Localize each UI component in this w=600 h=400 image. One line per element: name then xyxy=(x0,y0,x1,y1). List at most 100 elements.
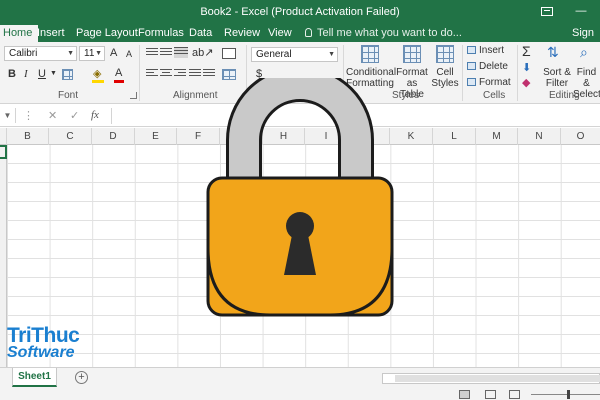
fill-color-icon[interactable]: ◈ xyxy=(93,67,101,80)
status-bar xyxy=(0,389,600,400)
tell-me-text: Tell me what you want to do... xyxy=(317,27,462,39)
align-top-icon[interactable] xyxy=(146,48,158,57)
tab-insert[interactable]: Insert xyxy=(37,25,65,42)
divider xyxy=(462,45,463,101)
cell-styles-icon[interactable] xyxy=(436,45,454,63)
sort-label-1: Sort & xyxy=(543,67,571,78)
format-cells-button[interactable]: Format xyxy=(467,77,511,88)
insert-cells-button[interactable]: Insert xyxy=(467,45,504,56)
ribbon-display-options-icon[interactable] xyxy=(541,7,553,16)
find-select-icon[interactable]: ⌕ xyxy=(580,44,588,61)
align-middle-icon[interactable] xyxy=(160,48,172,57)
horizontal-scrollbar[interactable] xyxy=(382,373,600,384)
tab-review[interactable]: Review xyxy=(224,25,260,42)
cell-styles-label-1: Cell xyxy=(436,67,454,78)
window-title: Book2 - Excel (Product Activation Failed… xyxy=(200,6,400,18)
delete-label: Delete xyxy=(479,61,508,72)
sheet-tab[interactable]: Sheet1 xyxy=(12,368,57,387)
align-bottom-icon[interactable] xyxy=(174,47,188,58)
page-layout-view-icon[interactable] xyxy=(485,390,496,399)
column-header[interactable]: B xyxy=(7,128,49,145)
column-header[interactable]: O xyxy=(561,128,600,145)
font-color-bar xyxy=(114,80,124,83)
format-label: Format xyxy=(479,77,511,88)
minimize-button[interactable]: — xyxy=(573,4,589,18)
normal-view-icon[interactable] xyxy=(459,390,470,399)
clear-icon[interactable]: ◆ xyxy=(522,76,530,89)
find-label-1: Find & xyxy=(576,67,597,89)
font-dialog-launcher-icon[interactable] xyxy=(130,92,137,99)
chevron-down-icon: ▼ xyxy=(67,50,74,57)
tab-formulas[interactable]: Formulas xyxy=(138,25,184,42)
grow-font-button[interactable]: A xyxy=(110,47,117,59)
font-group-label: Font xyxy=(58,90,79,101)
decrease-indent-icon[interactable] xyxy=(189,69,201,78)
conditional-formatting-icon[interactable] xyxy=(361,45,379,63)
font-name-value: Calibri xyxy=(9,48,38,59)
lock-icon xyxy=(206,78,394,317)
chevron-down-icon[interactable]: ▼ xyxy=(50,70,57,77)
select-all-corner[interactable] xyxy=(0,128,7,145)
align-center-icon[interactable] xyxy=(160,69,172,78)
insert-label: Insert xyxy=(479,45,505,56)
tab-page-layout[interactable]: Page Layout xyxy=(76,25,138,42)
font-name-dropdown[interactable]: Calibri ▼ xyxy=(4,46,77,61)
bold-button[interactable]: B xyxy=(8,68,16,80)
zoom-slider[interactable] xyxy=(531,390,600,399)
tell-me-search[interactable]: Tell me what you want to do... xyxy=(305,25,462,42)
tab-data[interactable]: Data xyxy=(189,25,212,42)
font-color-button[interactable]: A xyxy=(115,67,122,79)
column-header[interactable]: N xyxy=(518,128,561,145)
align-left-icon[interactable] xyxy=(146,69,158,78)
active-cell[interactable] xyxy=(0,145,7,159)
borders-icon[interactable] xyxy=(62,69,73,80)
divider xyxy=(139,45,140,101)
increase-indent-icon[interactable] xyxy=(203,69,215,78)
logo-line-1: TriThuc xyxy=(7,324,80,347)
wrap-text-icon[interactable] xyxy=(222,48,236,59)
cell-styles-label-2: Styles xyxy=(431,78,459,89)
cell-styles-button[interactable]: Cell Styles xyxy=(430,67,460,89)
align-right-icon[interactable] xyxy=(174,69,186,78)
name-box[interactable]: ▼ xyxy=(0,108,16,123)
column-header[interactable]: E xyxy=(135,128,177,145)
insert-icon xyxy=(467,46,476,54)
fill-icon[interactable]: ⬇ xyxy=(522,61,531,74)
chevron-down-icon: ▼ xyxy=(95,50,102,57)
zoom-slider-knob[interactable] xyxy=(567,390,570,399)
font-size-value: 11 xyxy=(84,48,95,59)
page-break-view-icon[interactable] xyxy=(509,390,520,399)
number-format-dropdown[interactable]: General ▼ xyxy=(251,47,338,62)
shrink-font-button[interactable]: A xyxy=(126,49,132,59)
format-table-label-1: Format as xyxy=(396,67,428,89)
format-as-table-icon[interactable] xyxy=(403,45,421,63)
sort-filter-icon[interactable]: ⇅ xyxy=(547,44,559,61)
ribbon-tabs: Home Insert Page Layout Formulas Data Re… xyxy=(0,25,600,56)
scrollbar-thumb[interactable] xyxy=(395,375,600,382)
column-header[interactable]: D xyxy=(92,128,135,145)
row-headers[interactable] xyxy=(0,145,7,367)
sheet-tab-bar: Sheet1 + xyxy=(0,367,600,389)
tab-view[interactable]: View xyxy=(268,25,292,42)
sort-filter-button[interactable]: Sort & Filter xyxy=(543,67,571,89)
font-size-dropdown[interactable]: 11 ▼ xyxy=(79,46,105,61)
insert-function-icon[interactable]: fx xyxy=(91,109,99,121)
fill-color-bar xyxy=(92,80,104,83)
column-header[interactable]: L xyxy=(433,128,476,145)
column-header[interactable]: M xyxy=(476,128,518,145)
column-header[interactable]: C xyxy=(49,128,92,145)
divider xyxy=(517,45,518,101)
tab-home[interactable]: Home xyxy=(0,25,39,42)
add-sheet-button[interactable]: + xyxy=(75,371,88,384)
sort-label-2: Filter xyxy=(545,78,569,89)
delete-icon xyxy=(467,62,476,70)
delete-cells-button[interactable]: Delete xyxy=(467,61,508,72)
enter-icon[interactable]: ✓ xyxy=(70,109,79,122)
conditional-label-1: Conditional xyxy=(346,67,397,78)
italic-button[interactable]: I xyxy=(24,68,28,80)
cancel-icon[interactable]: ✕ xyxy=(48,109,57,122)
underline-button[interactable]: U xyxy=(38,68,46,80)
autosum-icon[interactable]: Σ xyxy=(522,43,531,59)
orientation-icon[interactable]: ab↗ xyxy=(192,46,213,59)
trithuc-logo: TriThuc Software xyxy=(7,324,80,361)
